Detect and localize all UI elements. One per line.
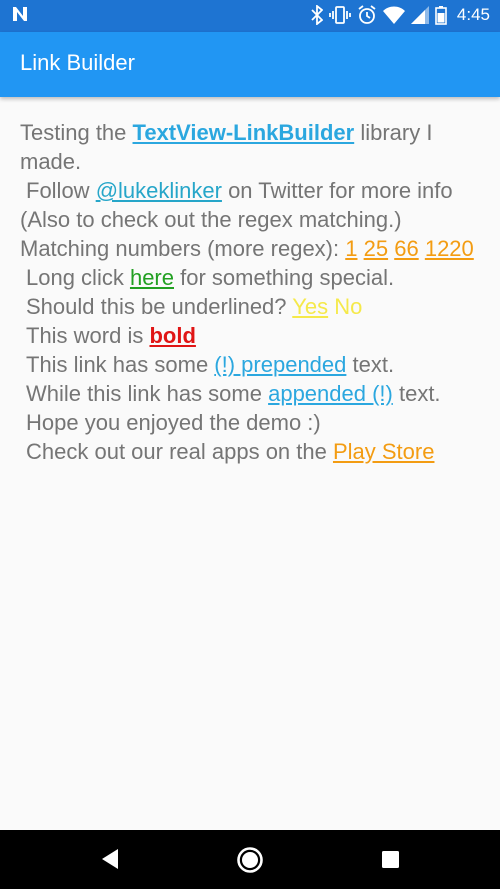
n-icon xyxy=(12,6,28,27)
alarm-icon xyxy=(357,5,377,25)
paragraph-twitter: Follow @lukeklinker on Twitter for more … xyxy=(20,176,480,234)
signal-icon xyxy=(410,6,429,24)
paragraph-appended: While this link has some appended (!) te… xyxy=(20,379,480,408)
recents-icon[interactable] xyxy=(381,850,400,874)
here-link[interactable]: here xyxy=(130,265,174,290)
paragraph-play-store: Check out our real apps on the Play Stor… xyxy=(20,437,480,466)
text-span: This link has some xyxy=(26,352,215,377)
app-bar: Link Builder xyxy=(0,32,500,97)
bluetooth-icon xyxy=(311,5,323,25)
paragraph-prepended: This link has some (!) prepended text. xyxy=(20,350,480,379)
text-span: Should this be underlined? xyxy=(26,294,293,319)
number-link-25[interactable]: 25 xyxy=(364,236,388,261)
text-span: This word is xyxy=(26,323,150,348)
bold-link[interactable]: bold xyxy=(149,323,195,348)
play-store-link[interactable]: Play Store xyxy=(333,439,435,464)
twitter-handle-link[interactable]: @lukeklinker xyxy=(96,178,222,203)
number-link-1[interactable]: 1 xyxy=(345,236,357,261)
number-link-1220[interactable]: 1220 xyxy=(425,236,474,261)
text-span: Long click xyxy=(26,265,130,290)
prepended-link[interactable]: (!) prepended xyxy=(214,352,346,377)
status-bar: 4:45 xyxy=(0,0,500,32)
app-title: Link Builder xyxy=(20,50,135,75)
wifi-icon xyxy=(382,6,405,24)
text-span: Follow xyxy=(26,178,96,203)
paragraph-enjoy: Hope you enjoyed the demo :) xyxy=(26,410,321,435)
text-span: text. xyxy=(346,352,395,377)
text-span: Matching numbers (more regex): xyxy=(20,236,346,261)
paragraph-library: Testing the TextView-LinkBuilder library… xyxy=(20,118,480,176)
paragraph-bold: This word is bold xyxy=(20,321,480,350)
vibrate-icon xyxy=(329,5,351,25)
paragraph-numbers: Matching numbers (more regex): 1 25 66 1… xyxy=(20,234,480,263)
text-span: Testing the xyxy=(20,120,133,145)
yes-link[interactable]: Yes xyxy=(292,294,328,319)
status-time: 4:45 xyxy=(456,5,490,24)
home-icon[interactable] xyxy=(236,846,264,879)
back-icon[interactable] xyxy=(100,848,120,875)
battery-icon xyxy=(435,5,447,25)
appended-link[interactable]: appended (!) xyxy=(268,381,393,406)
text-span: While this link has some xyxy=(26,381,269,406)
library-link[interactable]: TextView-LinkBuilder xyxy=(133,120,355,145)
text-span: text. xyxy=(392,381,441,406)
demo-content: Testing the TextView-LinkBuilder library… xyxy=(20,118,480,466)
paragraph-long-click: Long click here for something special. xyxy=(20,263,480,292)
no-link[interactable]: No xyxy=(334,294,362,319)
text-span: for something special. xyxy=(174,265,395,290)
status-icons: 4:45 xyxy=(311,5,490,25)
number-link-66[interactable]: 66 xyxy=(394,236,418,261)
text-span: Check out our real apps on the xyxy=(26,439,333,464)
paragraph-underline: Should this be underlined? Yes No xyxy=(20,292,480,321)
navigation-bar xyxy=(0,830,500,889)
